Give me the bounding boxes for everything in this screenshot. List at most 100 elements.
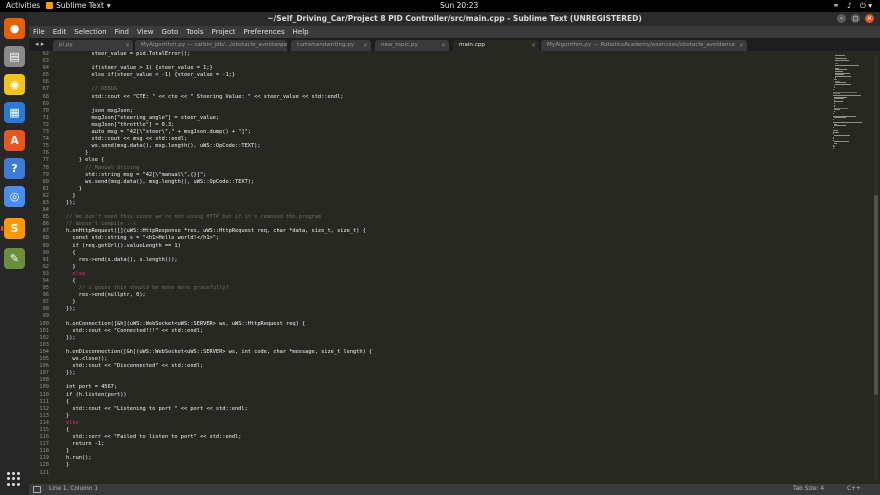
app-menu[interactable]: Sublime Text ▾ — [46, 1, 111, 10]
code-line: 96 res->end(nullptr, 0); — [29, 292, 799, 299]
sublime-text-icon[interactable]: S — [1, 218, 25, 239]
tab-3[interactable]: new_topic.py × — [375, 40, 449, 51]
line-number: 102 — [39, 334, 49, 341]
code-line: 66 — [29, 79, 799, 86]
menu-file[interactable]: File — [33, 26, 45, 38]
tab-bar: ◂ ▸ pi.py × MyAlgorithm.py — carbin_jdk/..… — [29, 38, 880, 51]
code-line: 102}); — [29, 335, 799, 342]
code-line: 109 int port = 4567; — [29, 384, 799, 391]
maximize-button[interactable]: □ — [851, 14, 860, 23]
minimap-line — [834, 101, 844, 103]
tab-nav-arrows[interactable]: ◂ ▸ — [35, 40, 44, 48]
tab-0[interactable]: pi.py × — [53, 40, 133, 51]
tab-size-selector[interactable]: Tab Size: 4 — [793, 486, 824, 492]
software-center-icon[interactable]: A — [4, 130, 25, 151]
minimap-line — [835, 55, 845, 56]
code-text: if(steer_value > 1) {steer_value = 1;} — [66, 65, 213, 72]
line-number: 95 — [42, 285, 49, 292]
tab-2[interactable]: turtlehandwriting.py × — [291, 40, 371, 51]
tab-close-icon[interactable]: × — [739, 40, 744, 51]
editor-icon[interactable]: ✎ — [4, 248, 25, 269]
code-line: 69 — [29, 101, 799, 108]
code-line: 101 std::cout << "Connected!!!" << std::… — [29, 328, 799, 335]
code-text: // We don't need this since we're not us… — [66, 214, 322, 221]
chromium-icon[interactable]: ◎ — [4, 186, 25, 207]
rhythmbox-icon[interactable]: ◉ — [4, 74, 25, 95]
menu-help[interactable]: Help — [293, 26, 309, 38]
line-number: 113 — [39, 412, 49, 419]
writer-icon[interactable]: ▦ — [4, 102, 25, 123]
code-line: 119 h.run(); — [29, 455, 799, 462]
minimap[interactable] — [799, 51, 871, 484]
line-number: 116 — [39, 434, 49, 441]
tab-5[interactable]: MyAlgorithm.py — RoboticsAcademy/exercis… — [541, 40, 747, 51]
code-line: 94 { — [29, 278, 799, 285]
system-tray[interactable]: ⚭ ♪ ⏻ ▾ — [833, 1, 872, 11]
line-number: 98 — [42, 306, 49, 313]
menu-selection[interactable]: Selection — [74, 26, 106, 38]
line-number: 70 — [42, 107, 49, 114]
line-number: 100 — [39, 320, 49, 327]
line-number: 92 — [42, 263, 49, 270]
code-line: 106 std::cout << "Disconnected" << std::… — [29, 363, 799, 370]
tab-1[interactable]: MyAlgorithm.py — carbin_jdk/.../obstacle… — [135, 40, 287, 51]
minimap-line — [833, 146, 836, 148]
code-text: }); — [66, 306, 76, 313]
line-number: 85 — [42, 214, 49, 221]
cursor-position: Line 1, Column 1 — [49, 486, 99, 492]
show-applications-icon[interactable] — [7, 472, 21, 486]
line-number: 112 — [39, 405, 49, 412]
syntax-selector[interactable]: C++ — [847, 486, 861, 492]
menu-edit[interactable]: Edit — [53, 26, 67, 38]
line-number: 89 — [42, 242, 49, 249]
menu-project[interactable]: Project — [212, 26, 236, 38]
line-number: 107 — [39, 370, 49, 377]
close-button[interactable]: × — [865, 14, 874, 23]
menu-goto[interactable]: Goto — [162, 26, 179, 38]
minimap-line — [833, 119, 834, 120]
minimize-button[interactable]: – — [837, 14, 846, 23]
dock: ● ▤ ◉ ▦ A? ◎ S ✎ — [0, 12, 29, 495]
line-number: 74 — [42, 136, 49, 143]
code-line: 114 else — [29, 420, 799, 427]
code-text: auto msg = "42[\"steer\"," + msgJson.dum… — [66, 129, 251, 136]
files-icon[interactable]: ▤ — [4, 46, 25, 67]
vertical-scrollbar[interactable] — [874, 55, 878, 480]
clock[interactable]: Sun 20:23 — [440, 1, 478, 10]
line-number: 108 — [39, 377, 49, 384]
code-text: std::cerr << "Failed to listen to port" … — [66, 434, 242, 441]
scrollbar-thumb[interactable] — [874, 195, 878, 395]
minimap-line — [833, 88, 834, 90]
line-number: 73 — [42, 129, 49, 136]
tab-close-icon[interactable]: × — [531, 40, 536, 51]
power-icon[interactable]: ⏻ ▾ — [860, 1, 872, 11]
sound-icon[interactable]: ♪ — [847, 1, 852, 11]
code-area[interactable]: 62 steer_value = pid.TotalError(); 63 64 i… — [29, 51, 799, 477]
tab-4[interactable]: main.cpp × — [453, 40, 539, 51]
menu-find[interactable]: Find — [115, 26, 129, 38]
tab-close-icon[interactable]: × — [279, 40, 284, 51]
tab-close-icon[interactable]: × — [125, 40, 130, 51]
menu-view[interactable]: View — [137, 26, 154, 38]
editor[interactable]: 62 steer_value = pid.TotalError(); 63 64 i… — [29, 51, 880, 484]
code-line: 108 — [29, 377, 799, 384]
minimap-line — [835, 75, 852, 77]
tab-close-icon[interactable]: × — [363, 40, 368, 51]
panel-toggle-icon[interactable] — [33, 486, 41, 493]
line-number: 118 — [39, 448, 49, 455]
code-text: std::cout << msg << std::endl; — [66, 136, 188, 143]
code-line: 67 // DEBUG — [29, 86, 799, 93]
network-icon[interactable]: ⚭ — [833, 1, 839, 11]
help-icon[interactable]: ? — [4, 158, 25, 179]
menu-preferences[interactable]: Preferences — [243, 26, 284, 38]
code-line: 104 h.onDisconnection([&h](uWS::WebSocket… — [29, 349, 799, 356]
menu-tools[interactable]: Tools — [186, 26, 203, 38]
tab-close-icon[interactable]: × — [441, 40, 446, 51]
line-number: 86 — [42, 221, 49, 228]
code-line: 112 std::cout << "Listening to port " <<… — [29, 406, 799, 413]
activities-button[interactable]: Activities — [6, 1, 40, 10]
line-number: 75 — [42, 143, 49, 150]
line-number: 93 — [42, 270, 49, 277]
code-text: } — [66, 263, 76, 270]
firefox-icon[interactable]: ● — [4, 18, 25, 39]
